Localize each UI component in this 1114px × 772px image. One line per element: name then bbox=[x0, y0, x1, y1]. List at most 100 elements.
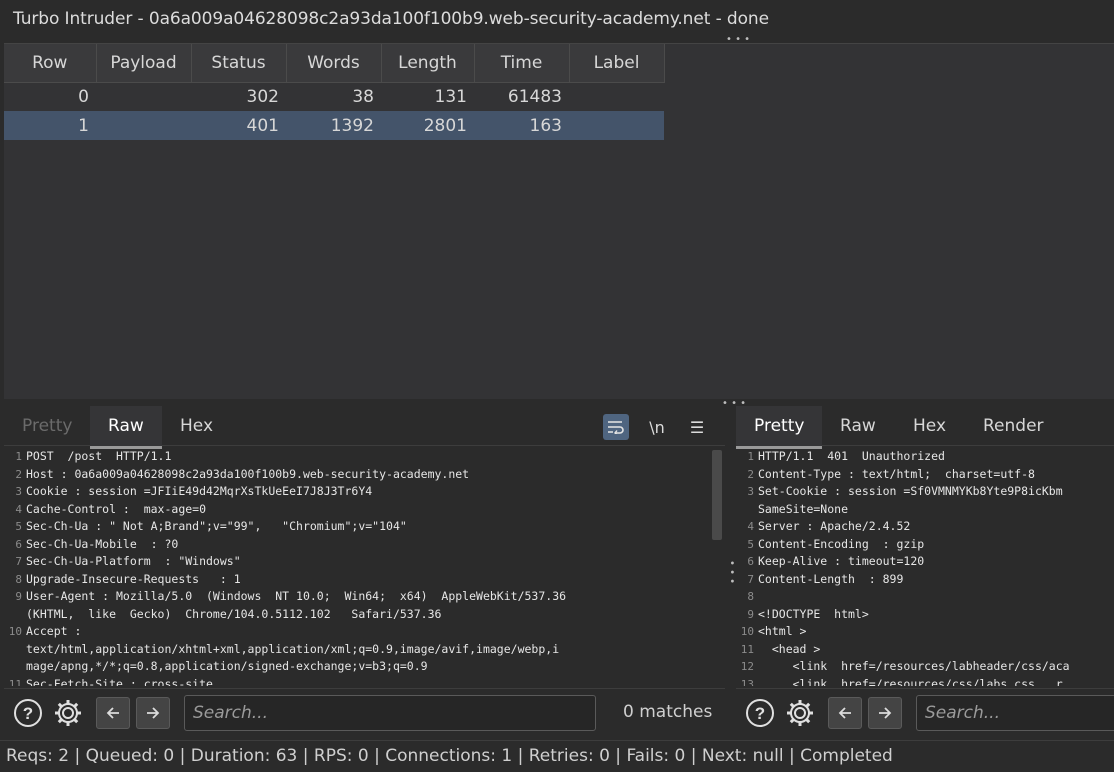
request-scrollbar[interactable] bbox=[712, 450, 722, 540]
settings-gear-icon[interactable] bbox=[784, 697, 816, 729]
svg-text:?: ? bbox=[23, 704, 33, 723]
line-number bbox=[4, 658, 26, 676]
line-text: <html > bbox=[758, 624, 807, 638]
cell-status: 401 bbox=[191, 111, 286, 140]
line-text: <!DOCTYPE html> bbox=[758, 606, 869, 621]
line-text: Upgrade-Insecure-Requests : 1 bbox=[26, 571, 241, 586]
line-number: 5 bbox=[747, 537, 754, 551]
tab-pretty[interactable]: Pretty bbox=[22, 416, 72, 436]
line-number bbox=[4, 641, 26, 659]
previous-match-button[interactable] bbox=[828, 697, 862, 729]
column-header-status[interactable]: Status bbox=[191, 44, 287, 83]
code-line: 12 <link href=/resources/labheader/css/a… bbox=[736, 658, 1114, 676]
code-line: 7 Content-Length : 899 bbox=[736, 571, 1114, 589]
line-text: Sec-Ch-Ua-Platform : "Windows" bbox=[26, 554, 241, 568]
column-header-words[interactable]: Words bbox=[286, 44, 382, 83]
line-text: mage/apng,*/*;q=0.8,application/signed-e… bbox=[26, 659, 428, 673]
line-number: 6 bbox=[15, 537, 22, 551]
line-text: Sec-Ch-Ua-Mobile : ?0 bbox=[26, 536, 179, 551]
line-number: 9 bbox=[15, 590, 22, 603]
request-code[interactable]: 1 POST /post HTTP/1.1 2 Host : 0a6a009a046… bbox=[4, 448, 725, 686]
table-row-selected[interactable]: 1 401 1392 2801 163 bbox=[4, 111, 664, 140]
line-text: <link href=/resources/labheader/css/aca bbox=[758, 659, 1070, 673]
results-panel: Row Payload Status Words Length Time Lab… bbox=[4, 43, 1114, 399]
request-editor: Pretty Raw Hex \n ☰ 1 POST /post HTTP/1.1… bbox=[4, 406, 725, 736]
line-number: 3 bbox=[747, 485, 754, 498]
code-line: 9 <!DOCTYPE html> bbox=[736, 606, 1114, 624]
vertical-splitter-grip-icon[interactable]: • • • bbox=[726, 560, 737, 584]
code-line: text/html,application/xhtml+xml,applicat… bbox=[4, 641, 725, 659]
cell-time: 163 bbox=[474, 111, 569, 140]
tab-hex[interactable]: Hex bbox=[913, 416, 946, 436]
arrow-left-icon bbox=[838, 707, 851, 719]
request-tabs: Pretty Raw Hex \n ☰ bbox=[4, 406, 725, 449]
line-number: 12 bbox=[740, 660, 754, 673]
table-row[interactable]: 0 302 38 131 61483 bbox=[4, 82, 664, 111]
next-match-button[interactable] bbox=[136, 697, 170, 729]
column-header-row[interactable]: Row bbox=[4, 44, 97, 83]
response-search-bar: ? Search... bbox=[736, 688, 1114, 736]
line-number: 5 bbox=[15, 520, 22, 533]
settings-gear-icon[interactable] bbox=[52, 697, 84, 729]
code-line: 9 User-Agent : Mozilla/5.0 (Windows NT 10… bbox=[4, 588, 725, 606]
line-text: Content-Length : 899 bbox=[758, 571, 904, 586]
line-number: 11 bbox=[740, 642, 754, 656]
line-number: 3 bbox=[15, 485, 22, 498]
line-number: 8 bbox=[747, 590, 754, 603]
cell-row: 0 bbox=[78, 86, 89, 107]
status-bar: Reqs: 2 | Queued: 0 | Duration: 63 | RPS… bbox=[0, 740, 1114, 772]
line-text: Host : 0a6a009a04628098c2a93da100f100b9.… bbox=[26, 466, 470, 481]
code-line: 1 HTTP/1.1 401 Unauthorized bbox=[736, 448, 1114, 466]
line-text: User-Agent : Mozilla/5.0 (Windows NT 10.… bbox=[26, 589, 567, 603]
line-text: Keep-Alive : timeout=120 bbox=[758, 554, 925, 568]
help-icon[interactable]: ? bbox=[12, 697, 44, 729]
menu-icon[interactable]: ☰ bbox=[684, 414, 710, 440]
line-number: 13 bbox=[740, 677, 754, 687]
cell-label bbox=[569, 82, 664, 111]
tab-pretty[interactable]: Pretty bbox=[736, 416, 823, 449]
column-header-time[interactable]: Time bbox=[474, 44, 570, 83]
column-header-payload[interactable]: Payload bbox=[96, 44, 192, 83]
line-number: 1 bbox=[747, 450, 754, 463]
request-search-input[interactable]: Search... bbox=[184, 695, 596, 731]
line-text: HTTP/1.1 401 Unauthorized bbox=[758, 449, 945, 463]
cell-payload bbox=[96, 111, 191, 140]
tab-render[interactable]: Render bbox=[983, 416, 1044, 436]
arrow-right-icon bbox=[879, 707, 892, 719]
column-header-label[interactable]: Label bbox=[569, 44, 665, 83]
tab-raw[interactable]: Raw bbox=[90, 416, 162, 449]
line-text: Set-Cookie : session =Sf0VMNMYKb8Yte9P8i… bbox=[758, 484, 1063, 498]
response-code[interactable]: 1 HTTP/1.1 401 Unauthorized 2 Content-Type… bbox=[736, 448, 1114, 686]
code-line: (KHTML, like Gecko) Chrome/104.0.5112.10… bbox=[4, 606, 725, 624]
line-text: SameSite=None bbox=[758, 501, 849, 516]
results-table: Row Payload Status Words Length Time Lab… bbox=[4, 44, 665, 140]
cell-payload bbox=[96, 82, 191, 111]
next-match-button[interactable] bbox=[868, 697, 902, 729]
code-line: 4 Server : Apache/2.4.52 bbox=[736, 518, 1114, 536]
line-number: 7 bbox=[747, 572, 754, 586]
code-line: 4 Cache-Control : max-age=0 bbox=[4, 501, 725, 519]
line-text: Sec-Fetch-Site : cross-site bbox=[26, 676, 213, 687]
code-line: 2 Host : 0a6a009a04628098c2a93da100f100b9… bbox=[4, 466, 725, 484]
line-number: 10 bbox=[740, 625, 754, 638]
column-header-length[interactable]: Length bbox=[381, 44, 475, 83]
newline-toggle-icon[interactable]: \n bbox=[644, 414, 670, 440]
code-line: 11 Sec-Fetch-Site : cross-site bbox=[4, 676, 725, 687]
tab-hex[interactable]: Hex bbox=[180, 416, 213, 436]
help-icon[interactable]: ? bbox=[744, 697, 776, 729]
previous-match-button[interactable] bbox=[96, 697, 130, 729]
code-line: 2 Content-Type : text/html; charset=utf-8 bbox=[736, 466, 1114, 484]
code-line: 5 Sec-Ch-Ua : " Not A;Brand";v="99", "Chr… bbox=[4, 518, 725, 536]
line-number: 8 bbox=[15, 572, 22, 586]
cell-time: 61483 bbox=[507, 86, 562, 107]
tab-raw[interactable]: Raw bbox=[840, 416, 876, 436]
line-number: 2 bbox=[15, 467, 22, 481]
line-text: Cookie : session =JFIiE49d42MqrXsTkUeEeI… bbox=[26, 484, 373, 498]
response-editor: Pretty Raw Hex Render 1 HTTP/1.1 401 Unau… bbox=[736, 406, 1114, 736]
arrow-right-icon bbox=[147, 707, 160, 719]
code-line: 8 bbox=[736, 588, 1114, 606]
svg-text:?: ? bbox=[755, 704, 765, 723]
wrap-lines-icon[interactable] bbox=[603, 414, 629, 440]
response-search-input[interactable]: Search... bbox=[916, 695, 1114, 731]
line-number bbox=[4, 606, 26, 624]
